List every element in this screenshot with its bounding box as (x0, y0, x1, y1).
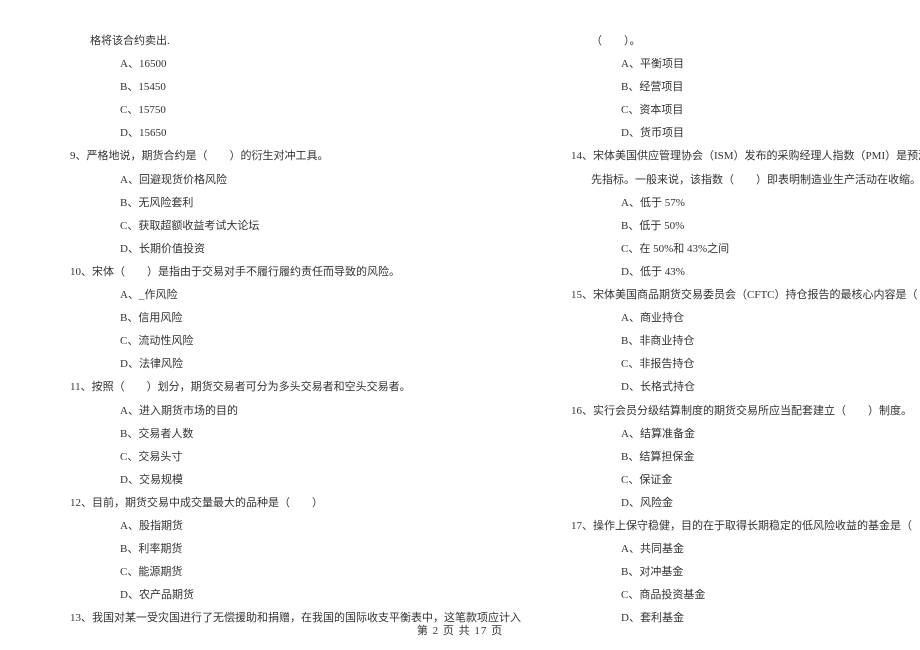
q10-opt-d: D、法律风险 (60, 353, 521, 376)
q9-opt-b: B、无风险套利 (60, 192, 521, 215)
q14-opt-a: A、低于 57% (561, 192, 920, 215)
q9-opt-c: C、获取超额收益考试大论坛 (60, 215, 521, 238)
q16-opt-a: A、结算准备金 (561, 423, 920, 446)
q8-opt-a: A、16500 (60, 53, 521, 76)
column-right: （ ）。 A、平衡项目 B、经营项目 C、资本项目 D、货币项目 14、宋体美国… (561, 30, 920, 630)
q14-opt-d: D、低于 43% (561, 261, 920, 284)
q12-opt-d: D、农产品期货 (60, 584, 521, 607)
q15-opt-b: B、非商业持仓 (561, 330, 920, 353)
q13-tail: （ ）。 (561, 30, 920, 53)
q15-opt-a: A、商业持仓 (561, 307, 920, 330)
q8-opt-b: B、15450 (60, 76, 521, 99)
q15-opt-c: C、非报告持仓 (561, 353, 920, 376)
q17-opt-c: C、商品投资基金 (561, 584, 920, 607)
q16-opt-d: D、风险金 (561, 492, 920, 515)
q12-opt-a: A、股指期货 (60, 515, 521, 538)
q14-opt-c: C、在 50%和 43%之间 (561, 238, 920, 261)
q8-opt-c: C、15750 (60, 99, 521, 122)
q10-opt-c: C、流动性风险 (60, 330, 521, 353)
q12-stem: 12、目前，期货交易中成交量最大的品种是（ ） (60, 492, 521, 515)
q10-opt-b: B、信用风险 (60, 307, 521, 330)
q13-opt-d: D、货币项目 (561, 122, 920, 145)
q10-opt-a: A、_作风险 (60, 284, 521, 307)
q9-opt-d: D、长期价值投资 (60, 238, 521, 261)
q13-opt-a: A、平衡项目 (561, 53, 920, 76)
q9-opt-a: A、回避现货价格风险 (60, 169, 521, 192)
q10-stem: 10、宋体（ ）是指由于交易对手不履行履约责任而导致的风险。 (60, 261, 521, 284)
q16-opt-c: C、保证金 (561, 469, 920, 492)
q11-opt-b: B、交易者人数 (60, 423, 521, 446)
q11-opt-c: C、交易头寸 (60, 446, 521, 469)
q11-stem: 11、按照（ ）划分，期货交易者可分为多头交易者和空头交易者。 (60, 376, 521, 399)
q17-opt-a: A、共同基金 (561, 538, 920, 561)
q11-opt-a: A、进入期货市场的目的 (60, 400, 521, 423)
q9-stem: 9、严格地说，期货合约是（ ）的衍生对冲工具。 (60, 145, 521, 168)
q17-stem: 17、操作上保守稳健，目的在于取得长期稳定的低风险收益的基金是（ ） (561, 515, 920, 538)
q8-opt-d: D、15650 (60, 122, 521, 145)
q8-fragment: 格将该合约卖出. (60, 30, 521, 53)
q11-opt-d: D、交易规模 (60, 469, 521, 492)
q13-opt-b: B、经营项目 (561, 76, 920, 99)
q12-opt-b: B、利率期货 (60, 538, 521, 561)
q13-opt-c: C、资本项目 (561, 99, 920, 122)
q16-stem: 16、实行会员分级结算制度的期货交易所应当配套建立（ ）制度。 (561, 400, 920, 423)
column-left: 格将该合约卖出. A、16500 B、15450 C、15750 D、15650… (60, 30, 521, 630)
q12-opt-c: C、能源期货 (60, 561, 521, 584)
q14-stem-a: 14、宋体美国供应管理协会（ISM）发布的采购经理人指数（PMI）是预测经济变化… (561, 145, 920, 168)
page-footer: 第 2 页 共 17 页 (0, 622, 920, 638)
q14-stem-b: 先指标。一般来说，该指数（ ）即表明制造业生产活动在收缩。 (561, 169, 920, 192)
q14-opt-b: B、低于 50% (561, 215, 920, 238)
page-columns: 格将该合约卖出. A、16500 B、15450 C、15750 D、15650… (0, 0, 920, 630)
q15-stem: 15、宋体美国商品期货交易委员会（CFTC）持仓报告的最核心内容是（ ） (561, 284, 920, 307)
q15-opt-d: D、长格式持仓 (561, 376, 920, 399)
q17-opt-b: B、对冲基金 (561, 561, 920, 584)
q16-opt-b: B、结算担保金 (561, 446, 920, 469)
